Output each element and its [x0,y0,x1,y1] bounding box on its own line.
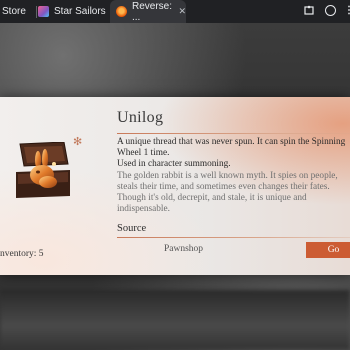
title-divider [117,133,350,134]
source-heading: Source [117,223,147,234]
profile-icon[interactable] [325,5,336,16]
item-usage-text: Used in character summoning. [117,159,231,170]
tab-label-reverse: Reverse: ... [132,0,173,23]
item-lore-text: The golden rabbit is a well known myth. … [117,170,338,215]
golden-rabbit-box-icon [14,141,72,202]
go-button[interactable]: Go [306,242,350,258]
tab-label-store: Store [2,6,26,17]
browser-tab-bar: Store Star Sailors Reverse: ... ✕ ⋮ [0,0,350,23]
reverse-favicon [116,6,127,17]
tab-label-star-sailors: Star Sailors [54,6,106,17]
sparkle-icon: ✻ [73,136,83,148]
source-divider [117,237,350,238]
tab-store[interactable]: Store [0,0,36,23]
inventory-count: nventory: 5 [0,249,44,259]
source-pawnshop: Pawnshop [164,244,204,254]
more-icon[interactable]: ⋮ [343,5,350,17]
item-description: A unique thread that was never spun. It … [117,137,350,215]
tab-divider [36,6,37,18]
star-sailors-favicon [38,6,49,17]
tab-close-icon[interactable]: ✕ [178,6,186,17]
tab-reverse[interactable]: Reverse: ... ✕ [110,0,186,23]
game-background-footer [0,290,350,350]
item-detail-dialog: ✻ nventory: 5 Unilog A unique thread tha… [0,97,350,275]
item-title: Unilog [117,109,164,126]
item-effect-text: A unique thread that was never spun. It … [117,137,346,159]
tab-star-sailors[interactable]: Star Sailors [38,0,108,23]
puzzle-icon[interactable] [303,5,315,17]
